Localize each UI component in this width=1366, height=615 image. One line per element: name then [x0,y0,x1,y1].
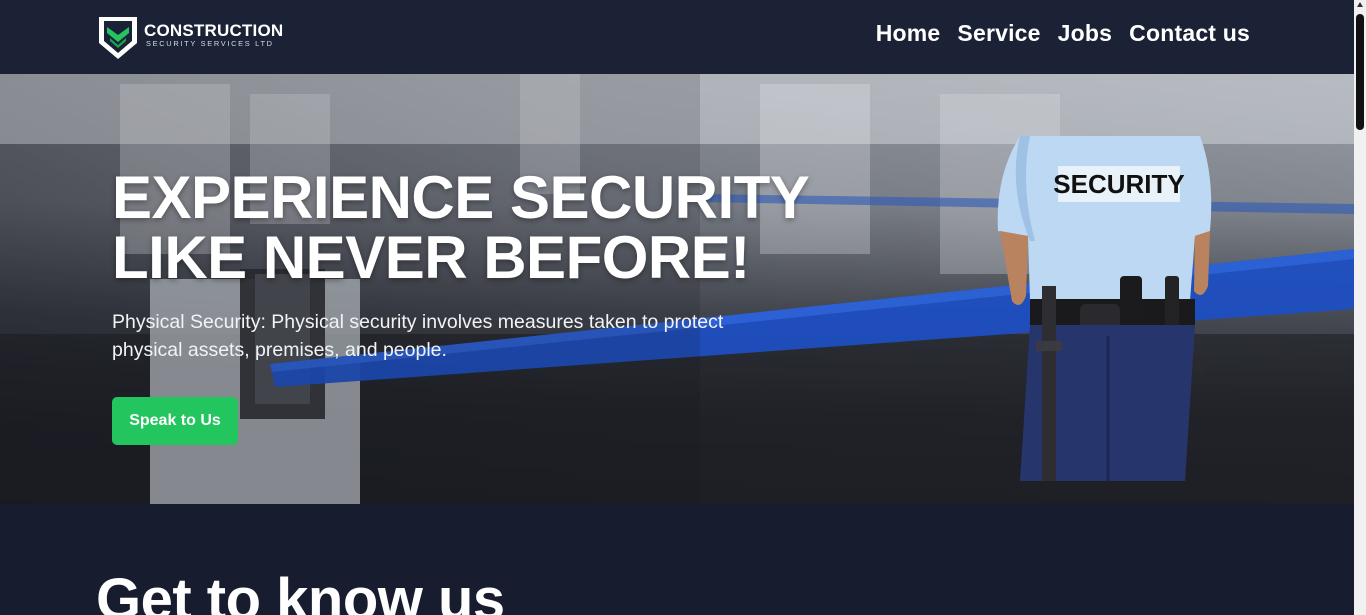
logo-subtitle: SECURITY SERVICES LTD [146,39,274,48]
nav-service[interactable]: Service [957,20,1040,47]
logo-title: CONSTRUCTION [144,21,284,40]
nav-jobs[interactable]: Jobs [1058,20,1112,47]
get-to-know-us-heading: Get to know us [96,567,505,615]
site-header: CONSTRUCTION SECURITY SERVICES LTD Home … [0,0,1354,74]
page-scrollbar[interactable] [1354,0,1366,615]
hero-description: Physical Security: Physical security inv… [112,311,724,361]
shield-check-icon [99,17,137,59]
hero-heading-line-2: LIKE NEVER BEFORE! [112,224,750,291]
speak-to-us-button[interactable]: Speak to Us [112,397,238,445]
nav-contact-us[interactable]: Contact us [1129,20,1250,47]
brand-logo[interactable]: CONSTRUCTION SECURITY SERVICES LTD [96,14,311,62]
nav-home[interactable]: Home [876,20,941,47]
hero-heading-line-1: EXPERIENCE SECURITY [112,164,810,231]
guard-shirt-label: SECURITY [1053,169,1184,199]
scrollbar-thumb[interactable] [1356,14,1364,130]
hero-heading: EXPERIENCE SECURITY LIKE NEVER BEFORE! [112,168,812,288]
main-nav: Home Service Jobs Contact us [876,20,1250,47]
hero-section: EXPERIENCE SECURITY LIKE NEVER BEFORE! P… [0,74,1354,504]
scroll-up-arrow-icon[interactable] [1357,2,1363,7]
security-guard-image: SECURITY [997,136,1212,481]
